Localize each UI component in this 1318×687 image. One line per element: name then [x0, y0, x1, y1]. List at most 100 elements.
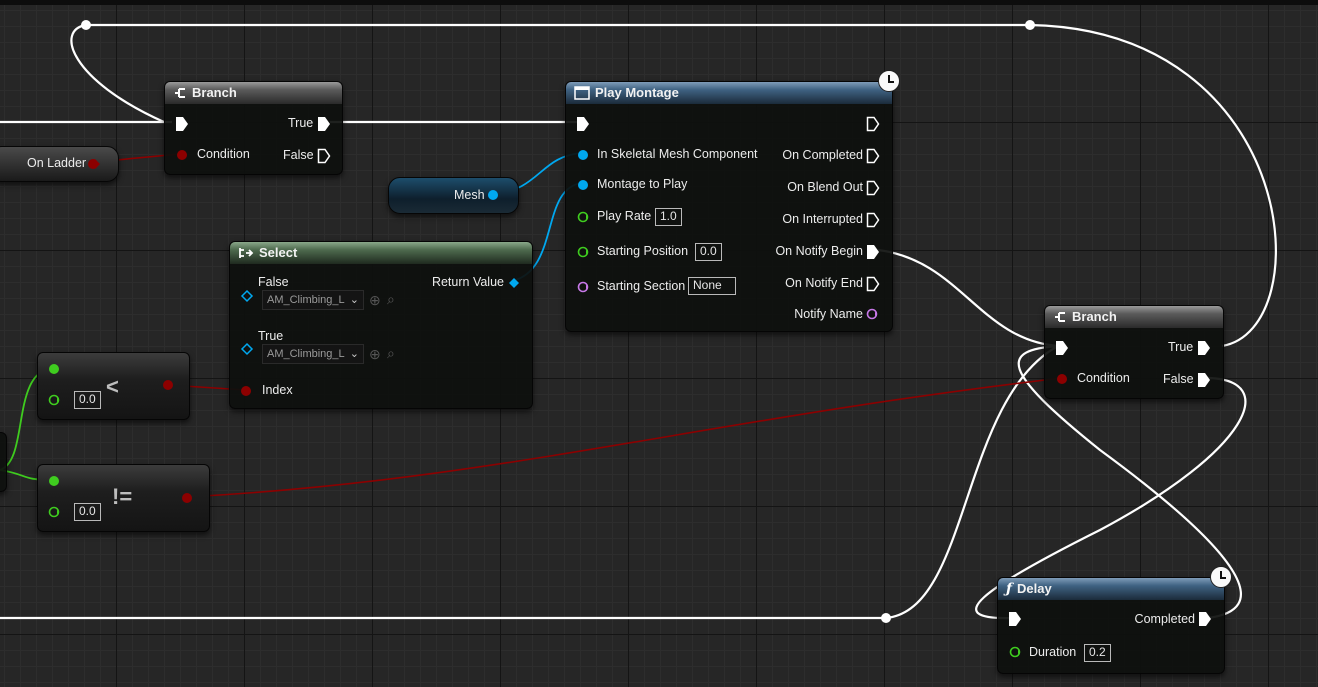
- not-equal-input-a-pin[interactable]: [48, 474, 62, 488]
- on-notify-end-label: On Notify End: [785, 276, 863, 290]
- skeletal-mesh-pin[interactable]: [577, 148, 591, 162]
- branch1-true-label: True: [288, 116, 314, 130]
- delay-duration-pin[interactable]: [1009, 645, 1023, 659]
- play-montage-exec-out-pin[interactable]: [866, 116, 880, 132]
- branch-node-1-header[interactable]: Branch: [165, 82, 342, 104]
- select-false-value: AM_Climbing_L: [267, 294, 345, 306]
- on-interrupted-label: On Interrupted: [782, 212, 863, 226]
- play-montage-header[interactable]: Play Montage: [566, 82, 892, 104]
- montage-to-play-label: Montage to Play: [597, 177, 688, 191]
- starting-section-label: Starting Section: [597, 279, 686, 293]
- delay-node[interactable]: ƒ Delay Completed Duration 0.2: [997, 577, 1225, 674]
- select-return-label: Return Value: [431, 275, 504, 289]
- branch-node-2[interactable]: Branch True Condition False: [1044, 305, 1224, 399]
- branch1-exec-in-pin[interactable]: [175, 116, 189, 132]
- clock-icon: [878, 70, 900, 92]
- select-index-pin[interactable]: [240, 384, 254, 398]
- delay-duration-input[interactable]: 0.2: [1084, 644, 1111, 662]
- select-header[interactable]: Select: [230, 242, 532, 264]
- select-false-pin[interactable]: [240, 289, 254, 303]
- on-ladder-variable[interactable]: On Ladder: [0, 146, 119, 182]
- branch1-condition-pin[interactable]: [176, 148, 190, 162]
- starting-section-input[interactable]: None: [688, 277, 736, 295]
- starting-position-pin[interactable]: [577, 245, 591, 259]
- select-true-dropdown[interactable]: AM_Climbing_L ⌄: [262, 344, 364, 364]
- skeletal-mesh-label: In Skeletal Mesh Component: [597, 147, 758, 161]
- use-selected-icon[interactable]: ⊕: [369, 292, 381, 309]
- less-than-node[interactable]: 0.0 <: [37, 352, 190, 420]
- branch1-false-pin[interactable]: [317, 148, 331, 164]
- branch1-true-pin[interactable]: [317, 116, 331, 132]
- search-icon[interactable]: ⌕: [387, 291, 395, 308]
- branch-icon: [1055, 312, 1065, 322]
- select-false-dropdown[interactable]: AM_Climbing_L ⌄: [262, 290, 364, 310]
- less-than-input-b-pin[interactable]: [48, 393, 62, 407]
- on-interrupted-pin[interactable]: [866, 212, 880, 228]
- delay-exec-in-pin[interactable]: [1008, 611, 1022, 627]
- branch2-condition-pin[interactable]: [1056, 372, 1070, 386]
- not-equal-output-pin[interactable]: [181, 491, 195, 505]
- select-true-label: True: [258, 329, 284, 343]
- select-node[interactable]: Select False AM_Climbing_L ⌄ ⊕ ⌕ True AM…: [229, 241, 533, 409]
- branch2-condition-label: Condition: [1077, 371, 1130, 385]
- exec-wire-notify-begin: [877, 248, 1059, 348]
- play-montage-title: Play Montage: [595, 85, 679, 100]
- not-equal-operator: !=: [112, 484, 133, 509]
- branch2-true-pin[interactable]: [1197, 340, 1211, 356]
- mesh-output-pin[interactable]: [487, 188, 501, 202]
- branch1-condition-label: Condition: [197, 147, 250, 161]
- exec-wire-reroute-right: [1029, 23, 1277, 348]
- branch2-false-pin[interactable]: [1197, 372, 1211, 388]
- less-than-input-a-pin[interactable]: [48, 362, 62, 376]
- chevron-down-icon: ⌄: [349, 294, 359, 306]
- delay-header[interactable]: ƒ Delay: [998, 578, 1224, 600]
- less-than-value-input[interactable]: 0.0: [74, 391, 101, 409]
- reroute-node-2: [1025, 20, 1035, 30]
- montage-to-play-pin[interactable]: [577, 178, 591, 192]
- on-blend-out-label: On Blend Out: [787, 180, 863, 194]
- select-return-pin[interactable]: [507, 276, 521, 290]
- select-true-pin[interactable]: [240, 342, 254, 356]
- play-montage-node[interactable]: Play Montage In Skeletal Mesh Component …: [565, 81, 893, 332]
- not-equal-input-b-pin[interactable]: [48, 505, 62, 519]
- play-montage-exec-in-pin[interactable]: [576, 116, 590, 132]
- branch-node-2-header[interactable]: Branch: [1045, 306, 1223, 328]
- branch1-false-label: False: [283, 148, 314, 162]
- notify-name-pin[interactable]: [866, 307, 880, 321]
- select-false-label: False: [258, 275, 289, 289]
- exec-wire-reroute-left: [70, 23, 165, 124]
- select-icon: [239, 248, 254, 258]
- delay-completed-pin[interactable]: [1198, 611, 1212, 627]
- select-true-value: AM_Climbing_L: [267, 348, 345, 360]
- offscreen-node[interactable]: [0, 432, 7, 492]
- mesh-variable[interactable]: Mesh: [388, 177, 519, 214]
- select-index-label: Index: [262, 383, 293, 397]
- starting-position-input[interactable]: 0.0: [695, 243, 722, 261]
- on-notify-begin-pin[interactable]: [866, 244, 880, 260]
- branch2-exec-in-pin[interactable]: [1055, 340, 1069, 356]
- play-rate-input[interactable]: 1.0: [655, 208, 682, 226]
- on-blend-out-pin[interactable]: [866, 180, 880, 196]
- use-selected-icon[interactable]: ⊕: [369, 346, 381, 363]
- clock-icon: [1210, 566, 1232, 588]
- branch-node-2-title: Branch: [1072, 309, 1117, 324]
- less-than-output-pin[interactable]: [162, 378, 176, 392]
- on-notify-begin-label: On Notify Begin: [775, 244, 863, 258]
- starting-section-pin[interactable]: [577, 280, 591, 294]
- not-equal-node[interactable]: 0.0 !=: [37, 464, 210, 532]
- play-rate-pin[interactable]: [577, 210, 591, 224]
- branch-node-1[interactable]: Branch True Condition False: [164, 81, 343, 175]
- on-ladder-label: On Ladder: [27, 156, 87, 170]
- starting-position-label: Starting Position: [597, 244, 689, 258]
- not-equal-value-input[interactable]: 0.0: [74, 503, 101, 521]
- search-icon[interactable]: ⌕: [387, 345, 395, 362]
- branch-node-1-title: Branch: [192, 85, 237, 100]
- less-than-operator: <: [106, 374, 119, 399]
- select-title: Select: [259, 245, 298, 260]
- on-notify-end-pin[interactable]: [866, 276, 880, 292]
- branch2-false-label: False: [1163, 372, 1194, 386]
- branch2-true-label: True: [1168, 340, 1194, 354]
- delay-completed-label: Completed: [1134, 612, 1195, 626]
- on-completed-pin[interactable]: [866, 148, 880, 164]
- on-ladder-output-pin[interactable]: [87, 157, 101, 171]
